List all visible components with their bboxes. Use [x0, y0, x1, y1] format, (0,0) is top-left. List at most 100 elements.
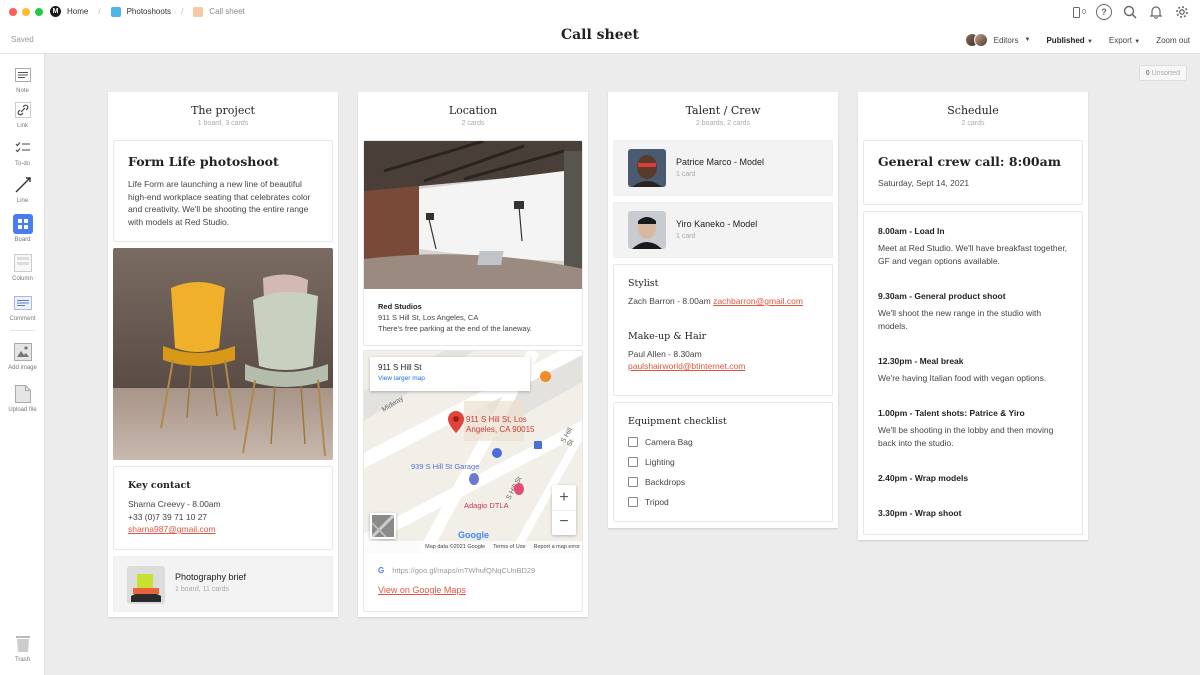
- board-title: Patrice Marco - Model: [676, 157, 765, 167]
- board-card-yiro[interactable]: Yiro Kaneko - Model 1 card: [613, 202, 833, 258]
- contact-email-link[interactable]: sharna987@gmail.com: [128, 524, 216, 534]
- breadcrumb-separator: /: [98, 7, 101, 16]
- device-button[interactable]: 0: [1073, 6, 1086, 18]
- schedule-item: 2.40pm - Wrap models: [878, 473, 969, 483]
- editors-menu[interactable]: Editors ▼: [964, 33, 1031, 47]
- close-window-button[interactable]: [9, 8, 17, 16]
- search-icon[interactable]: [1122, 4, 1138, 20]
- tool-link[interactable]: Link: [0, 100, 45, 129]
- note-card-crew[interactable]: Stylist Zach Barron - 8.00am zachbarron@…: [613, 264, 833, 396]
- breadcrumb-home[interactable]: M Home: [50, 6, 88, 17]
- column-the-project[interactable]: The project 1 board, 3 cards Form Life p…: [108, 92, 338, 617]
- location-pin-icon[interactable]: [448, 411, 464, 438]
- breadcrumb-photoshoots[interactable]: Photoshoots: [110, 6, 171, 17]
- map-marker-icon[interactable]: [492, 448, 502, 458]
- tool-add-image[interactable]: Add image: [0, 342, 45, 371]
- todo-item[interactable]: Tripod: [628, 492, 818, 512]
- breadcrumb: M Home / Photoshoots / Call sheet: [50, 6, 245, 17]
- chair-image-card[interactable]: [113, 248, 333, 460]
- board-card-patrice[interactable]: Patrice Marco - Model 1 card: [613, 140, 833, 196]
- checkbox[interactable]: [628, 457, 638, 467]
- map-popup-title: 911 S Hill St: [378, 363, 422, 372]
- call-date: Saturday, Sept 14, 2021: [878, 178, 970, 188]
- map-url-row: G https://goo.gl/maps/mTWhufQNqCUnBD29: [378, 566, 535, 575]
- tool-line[interactable]: Line: [0, 175, 45, 204]
- settings-gear-icon[interactable]: [1174, 4, 1190, 20]
- milanote-logo-icon: M: [50, 6, 61, 17]
- todo-item[interactable]: Camera Bag: [628, 432, 818, 452]
- map-report-link[interactable]: Report a map error: [534, 544, 580, 550]
- hotel-pin-icon[interactable]: [514, 483, 524, 495]
- column-header: Talent / Crew 2 boards, 2 cards: [608, 92, 838, 140]
- chevron-down-icon: ▼: [1024, 37, 1031, 43]
- note-card-crew-call[interactable]: General crew call: 8:00am Saturday, Sept…: [863, 140, 1083, 205]
- map-zoom-in-button[interactable]: +: [552, 485, 576, 510]
- map-terms-link[interactable]: Terms of Use: [493, 544, 525, 550]
- tool-todo[interactable]: To-do: [0, 138, 45, 167]
- google-logo: Google: [458, 530, 489, 540]
- board-icon: [193, 6, 204, 17]
- breadcrumb-call-sheet[interactable]: Call sheet: [193, 6, 245, 17]
- todo-item[interactable]: Backdrops: [628, 472, 818, 492]
- todo-card-equipment[interactable]: Equipment checklist Camera Bag Lighting …: [613, 402, 833, 522]
- zoom-out-button[interactable]: Zoom out: [1156, 36, 1190, 45]
- view-on-google-maps-link[interactable]: View on Google Maps: [378, 585, 466, 595]
- todo-item[interactable]: Lighting: [628, 452, 818, 472]
- checkbox[interactable]: [628, 477, 638, 487]
- tool-trash[interactable]: Trash: [0, 634, 45, 663]
- tool-column[interactable]: Column: [0, 253, 45, 282]
- transit-stop-icon[interactable]: [534, 441, 542, 449]
- trash-icon: [13, 634, 33, 654]
- top-icons: 0 ?: [1073, 4, 1190, 20]
- column-schedule[interactable]: Schedule 2 cards General crew call: 8:00…: [858, 92, 1088, 540]
- published-menu[interactable]: Published ▼: [1046, 36, 1092, 45]
- note-card-project[interactable]: Form Life photoshoot Life Form are launc…: [113, 140, 333, 242]
- board-card-photography-brief[interactable]: Photography brief 1 board, 11 cards: [113, 556, 333, 612]
- schedule-item: 8.00am - Load In Meet at Red Studio. We'…: [878, 226, 1068, 266]
- tool-upload-file[interactable]: Upload file: [0, 384, 45, 413]
- stylist-email-link[interactable]: zachbarron@gmail.com: [713, 296, 803, 306]
- studio-card[interactable]: Red Studios 911 S Hill St, Los Angeles, …: [363, 140, 583, 346]
- unsorted-button[interactable]: 0 Unsorted: [1138, 65, 1187, 81]
- checkbox[interactable]: [628, 437, 638, 447]
- map-card[interactable]: 911 S Hill St View larger map Midway S H…: [363, 350, 583, 612]
- export-menu[interactable]: Export ▼: [1109, 36, 1140, 45]
- chevron-down-icon: ▼: [1134, 38, 1141, 45]
- column-talent-crew[interactable]: Talent / Crew 2 boards, 2 cards Patrice …: [608, 92, 838, 528]
- help-icon[interactable]: ?: [1096, 4, 1112, 20]
- window-controls: [9, 8, 43, 16]
- image-icon: [13, 342, 33, 362]
- note-card-schedule[interactable]: 8.00am - Load In Meet at Red Studio. We'…: [863, 211, 1083, 535]
- contact-name-time: Sharna Creevy - 8.00am: [128, 499, 221, 509]
- column-subtitle: 2 cards: [461, 120, 485, 127]
- google-icon: G: [378, 566, 385, 575]
- studio-address: 911 S Hill St, Los Angeles, CA: [378, 313, 479, 322]
- minimize-window-button[interactable]: [22, 8, 30, 16]
- avatar: [973, 33, 988, 47]
- contact-phone: +33 (0)7 39 71 10 27: [128, 511, 208, 522]
- column-subtitle: 2 cards: [961, 120, 985, 127]
- column-title: Location: [448, 104, 498, 117]
- maximize-window-button[interactable]: [35, 8, 43, 16]
- studio-photo-image: [364, 141, 582, 289]
- checkbox[interactable]: [628, 497, 638, 507]
- satellite-toggle-button[interactable]: [370, 513, 396, 539]
- column-header: Schedule 2 cards: [858, 92, 1088, 140]
- view-larger-map-link[interactable]: View larger map: [378, 375, 522, 382]
- column-location[interactable]: Location 2 cards Red Studios 911 S Hill …: [358, 92, 588, 617]
- editor-avatars: [964, 33, 988, 47]
- bell-icon[interactable]: [1148, 4, 1164, 20]
- board-title: Yiro Kaneko - Model: [676, 219, 758, 229]
- tool-board[interactable]: Board: [0, 214, 45, 243]
- map-url: https://goo.gl/maps/mTWhufQNqCUnBD29: [392, 566, 536, 575]
- tool-note[interactable]: Note: [0, 65, 45, 94]
- note-card-key-contact[interactable]: Key contact Sharna Creevy - 8.00am +33 (…: [113, 466, 333, 550]
- comment-icon: [13, 293, 33, 313]
- google-map[interactable]: 911 S Hill St View larger map Midway S H…: [364, 351, 582, 553]
- map-zoom-out-button[interactable]: −: [552, 510, 576, 535]
- tool-comment[interactable]: Comment: [0, 293, 45, 322]
- makeup-email-link[interactable]: paulshairworld@btinternet.com: [628, 361, 745, 371]
- restaurant-pin-icon[interactable]: [540, 371, 551, 382]
- parking-pin-icon[interactable]: [469, 473, 479, 485]
- board-subtitle: 1 card: [676, 233, 696, 240]
